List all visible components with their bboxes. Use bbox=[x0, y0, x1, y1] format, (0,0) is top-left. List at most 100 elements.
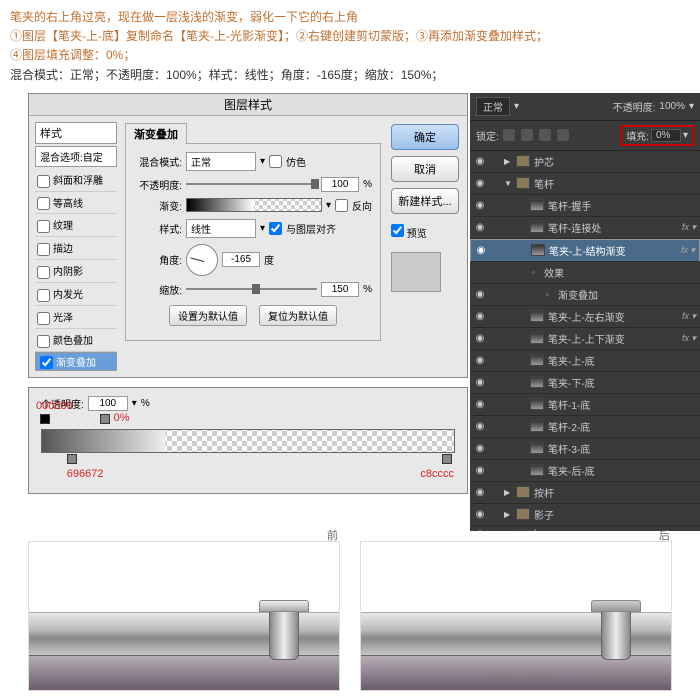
panel-opacity-value[interactable]: 100% bbox=[659, 101, 685, 112]
ok-button[interactable]: 确定 bbox=[391, 124, 459, 150]
visibility-toggle[interactable]: ◉ bbox=[474, 509, 486, 520]
style-checkbox-7[interactable] bbox=[37, 335, 50, 348]
panel-blend-mode[interactable]: 正常 bbox=[476, 97, 510, 116]
style-checkbox-3[interactable] bbox=[37, 243, 50, 256]
opacity-stop-right[interactable]: 0% bbox=[100, 414, 112, 428]
layer-row-8[interactable]: ◉笔夹-上-上下渐变fx ▾ bbox=[470, 328, 700, 350]
visibility-toggle[interactable]: ◉ bbox=[474, 377, 486, 388]
layer-row-0[interactable]: ◉▶护芯 bbox=[470, 151, 700, 173]
fx-badge[interactable]: fx ▾ bbox=[681, 245, 695, 256]
style-item-5[interactable]: 内发光 bbox=[35, 283, 117, 306]
visibility-toggle[interactable]: ◉ bbox=[474, 487, 486, 498]
visibility-toggle[interactable]: ◉ bbox=[474, 311, 486, 322]
visibility-toggle[interactable]: ◉ bbox=[474, 333, 486, 344]
reverse-checkbox[interactable] bbox=[335, 199, 348, 212]
styles-header[interactable]: 样式 bbox=[35, 122, 117, 144]
visibility-toggle[interactable]: ◉ bbox=[474, 355, 486, 366]
expand-arrow[interactable]: ▶ bbox=[504, 488, 512, 497]
layer-row-2[interactable]: ◉笔杆-握手 bbox=[470, 195, 700, 217]
visibility-toggle[interactable]: ◉ bbox=[475, 245, 487, 256]
layer-row-3[interactable]: ◉笔杆-连接处fx ▾ bbox=[470, 217, 700, 239]
lock-position-icon[interactable] bbox=[539, 129, 551, 141]
visibility-toggle[interactable]: ◉ bbox=[474, 399, 486, 410]
style-checkbox-2[interactable] bbox=[37, 220, 50, 233]
layer-row-9[interactable]: ◉笔夹-上-底 bbox=[470, 350, 700, 372]
scale-value[interactable]: 150 bbox=[321, 282, 359, 297]
panel-opacity-label: 不透明度: bbox=[613, 99, 656, 114]
style-checkbox-0[interactable] bbox=[37, 175, 50, 188]
reset-default-button[interactable]: 复位为默认值 bbox=[259, 305, 337, 326]
scale-slider[interactable] bbox=[186, 288, 317, 290]
opacity-stop-left[interactable]: 000000 bbox=[40, 414, 52, 428]
style-checkbox-8[interactable] bbox=[40, 356, 53, 369]
new-style-button[interactable]: 新建样式... bbox=[391, 188, 459, 214]
visibility-toggle[interactable]: ◉ bbox=[474, 222, 486, 233]
style-checkbox-4[interactable] bbox=[37, 266, 50, 279]
style-checkbox-1[interactable] bbox=[37, 197, 50, 210]
layer-row-11[interactable]: ◉笔杆-1-底 bbox=[470, 394, 700, 416]
fill-value[interactable]: 0% bbox=[651, 129, 681, 142]
color-stop-right[interactable]: c8cccc bbox=[442, 454, 454, 468]
layer-row-1[interactable]: ◉▼笔杆 bbox=[470, 173, 700, 195]
opacity-slider[interactable] bbox=[186, 183, 317, 185]
expand-arrow[interactable]: ▼ bbox=[504, 179, 512, 188]
visibility-toggle[interactable]: ◉ bbox=[474, 529, 486, 531]
expand-arrow[interactable]: ▶ bbox=[504, 157, 512, 166]
dither-checkbox[interactable] bbox=[269, 155, 282, 168]
style-item-6[interactable]: 光泽 bbox=[35, 306, 117, 329]
layer-row-15[interactable]: ◉▶按杆 bbox=[470, 482, 700, 504]
folder-icon bbox=[516, 486, 530, 498]
blending-options[interactable]: 混合选项:自定 bbox=[35, 146, 117, 167]
layer-row-13[interactable]: ◉笔杆-3-底 bbox=[470, 438, 700, 460]
style-item-4[interactable]: 内阴影 bbox=[35, 260, 117, 283]
layer-row-16[interactable]: ◉▶影子 bbox=[470, 504, 700, 526]
layer-row-12[interactable]: ◉笔杆-2-底 bbox=[470, 416, 700, 438]
style-select[interactable]: 线性 bbox=[186, 219, 256, 238]
preview-checkbox[interactable] bbox=[391, 224, 404, 237]
layer-row-5[interactable]: ◦效果 bbox=[470, 262, 700, 284]
blend-mode-select[interactable]: 正常 bbox=[186, 152, 256, 171]
style-checkbox-5[interactable] bbox=[37, 289, 50, 302]
fx-badge[interactable]: fx ▾ bbox=[682, 311, 696, 322]
set-default-button[interactable]: 设置为默认值 bbox=[169, 305, 247, 326]
folder-icon bbox=[516, 177, 530, 189]
gradient-strip[interactable]: 000000 0% 696672 c8cccc bbox=[41, 429, 455, 453]
style-item-1[interactable]: 等高线 bbox=[35, 192, 117, 215]
visibility-toggle[interactable]: ◉ bbox=[474, 289, 486, 300]
instruction-line-1: 笔夹的右上角过亮，现在做一层浅浅的渐变，弱化一下它的右上角 bbox=[10, 8, 690, 27]
cancel-button[interactable]: 取消 bbox=[391, 156, 459, 182]
layer-name: 笔夹-后-底 bbox=[548, 463, 595, 478]
lock-all-icon[interactable] bbox=[557, 129, 569, 141]
opacity-value[interactable]: 100 bbox=[321, 177, 359, 192]
layer-thumbnail bbox=[516, 529, 530, 531]
layer-row-7[interactable]: ◉笔夹-上-左右渐变fx ▾ bbox=[470, 306, 700, 328]
style-item-3[interactable]: 描边 bbox=[35, 237, 117, 260]
visibility-toggle[interactable]: ◉ bbox=[474, 443, 486, 454]
visibility-toggle[interactable]: ◉ bbox=[474, 200, 486, 211]
angle-dial[interactable] bbox=[186, 244, 218, 276]
lock-pixels-icon[interactable] bbox=[521, 129, 533, 141]
align-checkbox[interactable] bbox=[269, 222, 282, 235]
lock-transparency-icon[interactable] bbox=[503, 129, 515, 141]
layer-row-14[interactable]: ◉ 笔夹-后-底 bbox=[470, 460, 700, 482]
angle-label: 角度: bbox=[134, 252, 182, 267]
visibility-toggle[interactable]: ◉ bbox=[474, 156, 486, 167]
style-checkbox-6[interactable] bbox=[37, 312, 50, 325]
style-item-0[interactable]: 斜面和浮雕 bbox=[35, 169, 117, 192]
style-item-7[interactable]: 颜色叠加 bbox=[35, 329, 117, 352]
expand-arrow[interactable]: ▶ bbox=[504, 510, 512, 519]
visibility-toggle[interactable]: ◉ bbox=[474, 465, 486, 476]
angle-value[interactable]: -165 bbox=[222, 252, 260, 267]
style-item-2[interactable]: 纹理 bbox=[35, 214, 117, 237]
fx-badge[interactable]: fx ▾ bbox=[682, 333, 696, 344]
style-item-8[interactable]: 渐变叠加 bbox=[35, 352, 117, 372]
layer-row-4[interactable]: ◉笔夹-上-结构渐变fx ▾ bbox=[470, 239, 700, 262]
visibility-toggle[interactable]: ◉ bbox=[474, 178, 486, 189]
fx-badge[interactable]: fx ▾ bbox=[682, 222, 696, 233]
color-stop-left[interactable]: 696672 bbox=[67, 454, 79, 468]
layer-row-6[interactable]: ◉◦渐变叠加 bbox=[470, 284, 700, 306]
gradient-picker[interactable] bbox=[186, 198, 322, 212]
layer-row-10[interactable]: ◉笔夹-下-底 bbox=[470, 372, 700, 394]
visibility-toggle[interactable]: ◉ bbox=[474, 421, 486, 432]
ge-opacity-value[interactable]: 100 bbox=[88, 396, 128, 411]
